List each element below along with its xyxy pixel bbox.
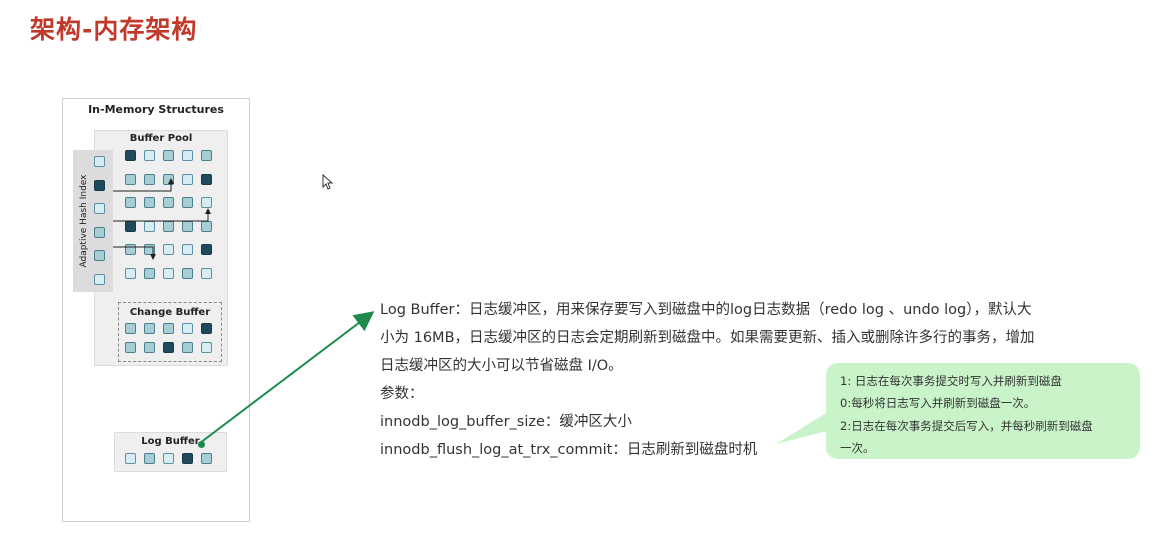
log-buffer-title: Log Buffer — [141, 436, 200, 447]
flush-options-note: 1: 日志在每次事务提交时写入并刷新到磁盘 0:每秒将日志写入并刷新到磁盘一次。… — [826, 363, 1140, 459]
change-buffer-page — [163, 342, 174, 353]
change-buffer-page — [201, 342, 212, 353]
change-buffer-page — [182, 323, 193, 334]
log-buffer-page — [163, 453, 174, 464]
log-buffer-page — [144, 453, 155, 464]
description-line-1: Log Buffer：日志缓冲区，用来保存要写入到磁盘中的log日志数据（red… — [380, 302, 1032, 318]
log-buffer-page — [182, 453, 193, 464]
log-buffer-page — [201, 453, 212, 464]
change-buffer-page — [125, 342, 136, 353]
log-buffer-page — [125, 453, 136, 464]
note-line-1: 1: 日志在每次事务提交时写入并刷新到磁盘 — [840, 374, 1062, 388]
note-line-4: 一次。 — [840, 441, 875, 455]
note-line-3: 2:日志在每次事务提交后写入，并每秒刷新到磁盘 — [840, 419, 1093, 433]
note-line-2: 0:每秒将日志写入并刷新到磁盘一次。 — [840, 396, 1036, 410]
hash-link-3 — [113, 246, 156, 260]
change-buffer-page — [125, 323, 136, 334]
description-line-2: 小为 16MB，日志缓冲区的日志会定期刷新到磁盘中。如果需要更新、插入或删除许多… — [380, 330, 1035, 346]
change-buffer-page — [201, 323, 212, 334]
change-buffer-page — [144, 323, 155, 334]
change-buffer-page — [144, 342, 155, 353]
hash-link-2 — [113, 208, 211, 222]
mouse-cursor-icon — [322, 174, 334, 190]
log-buffer-pointer-dot — [198, 441, 205, 448]
in-memory-structures-diagram: In-Memory Structures Buffer Pool Adaptiv… — [62, 98, 250, 522]
hash-link-1 — [113, 178, 174, 192]
change-buffer-page — [182, 342, 193, 353]
page-title: 架构-内存架构 — [30, 15, 198, 44]
change-buffer-title: Change Buffer — [129, 307, 211, 318]
change-buffer-page — [163, 323, 174, 334]
